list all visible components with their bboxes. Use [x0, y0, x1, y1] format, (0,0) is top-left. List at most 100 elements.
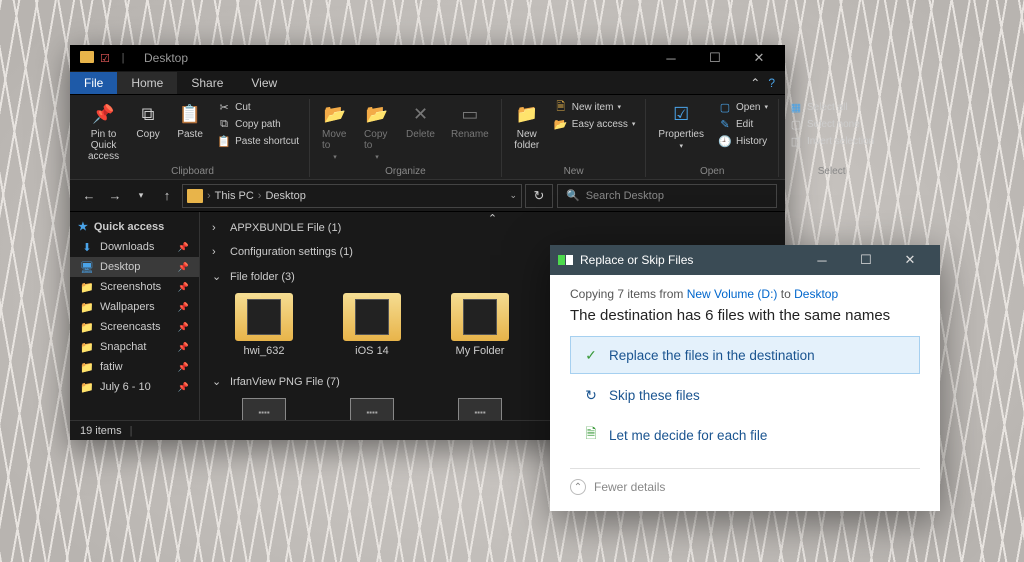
view-tab[interactable]: View	[237, 72, 291, 94]
sidebar-item-screenshots[interactable]: 📁 Screenshots 📌	[70, 277, 199, 297]
dialog-option[interactable]: ↻ Skip these files	[570, 376, 920, 414]
select-none-button[interactable]: ▢Select none	[785, 116, 878, 132]
sidebar-item-screencasts[interactable]: 📁Screencasts📌	[70, 317, 199, 337]
cut-button[interactable]: ✂Cut	[213, 99, 303, 115]
pin-icon: 📌	[178, 362, 189, 373]
quick-access-header[interactable]: ★ Quick access	[70, 216, 199, 237]
close-button[interactable]: ✕	[737, 45, 781, 71]
option-label: Skip these files	[609, 388, 700, 403]
move-to-button[interactable]: 📂 Move to ▾	[316, 99, 354, 163]
titlebar[interactable]: ☑ | Desktop ─ ☐ ✕	[70, 45, 785, 71]
option-icon: ↻	[583, 387, 599, 403]
open-icon: ▢	[718, 100, 732, 114]
option-label: Replace the files in the destination	[609, 348, 815, 363]
new-item-button[interactable]: 🗎New item ▾	[550, 99, 640, 115]
destination-link[interactable]: Desktop	[794, 287, 838, 301]
sidebar-item-label: Desktop	[100, 261, 140, 273]
address-dropdown-icon[interactable]: ⌄	[509, 190, 517, 201]
pin-icon: 📌	[178, 282, 189, 293]
copy-to-button[interactable]: 📂 Copy to ▾	[358, 99, 396, 163]
sidebar-item-july-6---10[interactable]: 📁July 6 - 10📌	[70, 377, 199, 397]
dialog-option[interactable]: ✓Replace the files in the destination	[570, 336, 920, 374]
png-file-item[interactable]: ▪▪▪▪	[440, 398, 520, 420]
sidebar-item-desktop[interactable]: 🖥Desktop📌	[70, 257, 199, 277]
ribbon-collapse-icon[interactable]: ⌃	[750, 76, 760, 90]
window-title: Desktop	[144, 51, 188, 65]
delete-button[interactable]: ✕ Delete	[400, 99, 441, 142]
chevron-right-icon[interactable]: ›	[258, 190, 262, 202]
file-menu[interactable]: File	[70, 72, 117, 94]
folder-item[interactable]: iOS 14	[332, 293, 412, 357]
sidebar-item-label: Snapchat	[100, 341, 146, 353]
fewer-details-button[interactable]: ⌃ Fewer details	[570, 468, 920, 495]
rename-button[interactable]: ▭ Rename	[445, 99, 495, 142]
sidebar-item-fatiw[interactable]: 📁fatiw📌	[70, 357, 199, 377]
folder-label: My Folder	[456, 345, 505, 357]
nav-forward-button[interactable]: →	[104, 185, 126, 207]
sidebar-item-icon: 📁	[80, 320, 94, 334]
dialog-option[interactable]: 🗎Let me decide for each file	[570, 416, 920, 454]
easy-access-button[interactable]: 📂Easy access ▾	[550, 116, 640, 132]
chevron-down-icon: ⌄	[212, 375, 224, 388]
breadcrumb-this-pc[interactable]: This PC	[215, 190, 254, 202]
refresh-button[interactable]: ↻	[525, 184, 553, 208]
search-placeholder: Search Desktop	[586, 190, 664, 202]
folder-icon	[343, 293, 401, 341]
dialog-titlebar[interactable]: Replace or Skip Files ─ ☐ ✕	[550, 245, 940, 275]
properties-button[interactable]: ☑ Properties ▾	[652, 99, 710, 152]
share-tab[interactable]: Share	[177, 72, 237, 94]
sidebar-item-downloads[interactable]: ⬇Downloads📌	[70, 237, 199, 257]
history-button[interactable]: 🕘History	[714, 133, 772, 149]
dialog-close-button[interactable]: ✕	[888, 245, 932, 275]
search-box[interactable]: 🔍 Search Desktop	[557, 184, 777, 208]
help-icon[interactable]: ?	[768, 76, 775, 90]
new-folder-button[interactable]: 📁 New folder	[508, 99, 546, 153]
open-button[interactable]: ▢Open ▾	[714, 99, 772, 115]
sidebar: ★ Quick access ⬇Downloads📌🖥Desktop📌📁Scre…	[70, 212, 200, 420]
edit-button[interactable]: ✎Edit	[714, 116, 772, 132]
pin-icon: 📌	[178, 262, 189, 273]
sidebar-item-wallpapers[interactable]: 📁Wallpapers📌	[70, 297, 199, 317]
select-icon[interactable]: ☑	[98, 51, 112, 65]
qat-divider: |	[116, 51, 130, 65]
nav-up-button[interactable]: ↑	[156, 185, 178, 207]
paste-button[interactable]: 📋 Paste	[171, 99, 209, 142]
sidebar-item-icon: 📁	[80, 280, 94, 294]
select-group: ▦Select all ▢Select none ◫Invert selecti…	[779, 99, 884, 177]
address-bar[interactable]: › This PC › Desktop ⌄	[182, 184, 522, 208]
source-link[interactable]: New Volume (D:)	[687, 287, 778, 301]
folder-icon	[80, 51, 94, 63]
breadcrumb-desktop[interactable]: Desktop	[265, 190, 305, 202]
nav-history-dropdown[interactable]: ▾	[130, 185, 152, 207]
dialog-maximize-button[interactable]: ☐	[844, 245, 888, 275]
maximize-button[interactable]: ☐	[693, 45, 737, 71]
folder-label: iOS 14	[355, 345, 389, 357]
sidebar-item-icon: ⬇	[80, 240, 94, 254]
png-file-item[interactable]: ▪▪▪▪	[224, 398, 304, 420]
sidebar-item-label: Screencasts	[100, 321, 161, 333]
select-all-button[interactable]: ▦Select all	[785, 99, 878, 115]
sidebar-item-snapchat[interactable]: 📁Snapchat📌	[70, 337, 199, 357]
invert-selection-button[interactable]: ◫Invert selection	[785, 133, 878, 149]
copy-button[interactable]: ⧉ Copy	[129, 99, 167, 142]
copy-path-button[interactable]: ⧉Copy path	[213, 116, 303, 132]
sidebar-item-label: Screenshots	[100, 281, 161, 293]
minimize-button[interactable]: ─	[649, 45, 693, 71]
sidebar-item-label: Wallpapers	[100, 301, 155, 313]
cut-icon: ✂	[217, 100, 231, 114]
pin-icon: 📌	[178, 242, 189, 253]
png-file-item[interactable]: ▪▪▪▪	[332, 398, 412, 420]
folder-icon	[451, 293, 509, 341]
copy-status-text: Copying 7 items from New Volume (D:) to …	[570, 287, 920, 301]
chevron-up-icon: ⌃	[570, 479, 586, 495]
folder-icon	[235, 293, 293, 341]
paste-shortcut-button[interactable]: 📋Paste shortcut	[213, 133, 303, 149]
nav-back-button[interactable]: ←	[78, 185, 100, 207]
dialog-minimize-button[interactable]: ─	[800, 245, 844, 275]
folder-item[interactable]: hwi_632	[224, 293, 304, 357]
home-tab[interactable]: Home	[117, 72, 177, 94]
scroll-up-icon[interactable]: ⌃	[488, 212, 497, 225]
chevron-right-icon[interactable]: ›	[207, 190, 211, 202]
pin-to-quick-access-button[interactable]: 📌 Pin to Quick access	[82, 99, 125, 164]
folder-item[interactable]: My Folder	[440, 293, 520, 357]
